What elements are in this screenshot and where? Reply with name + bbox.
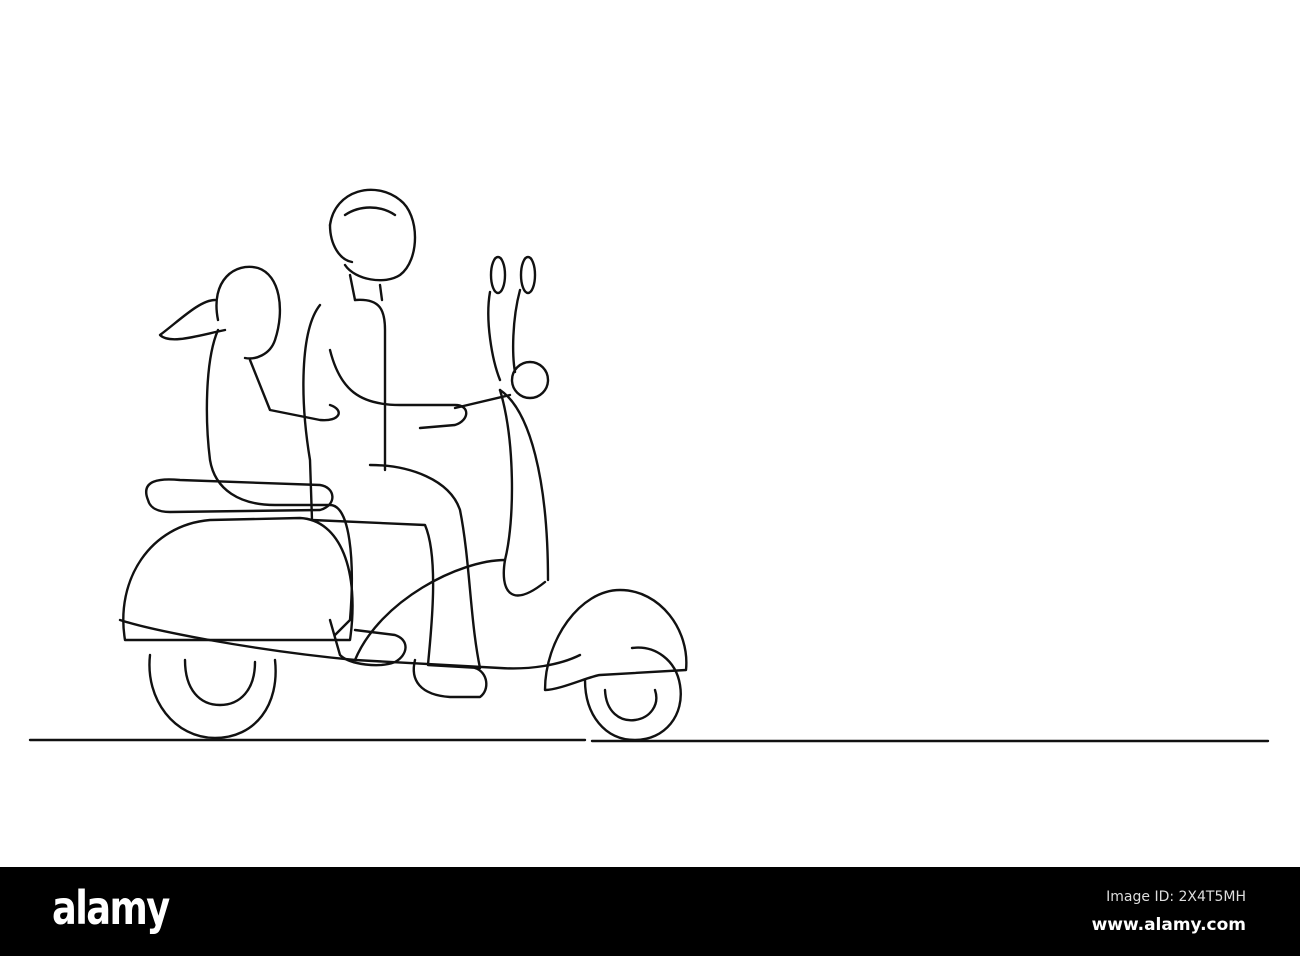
handlebar-and-headlight [453, 255, 550, 410]
scooter-body [118, 388, 582, 670]
website-label: www.alamy.com [1091, 915, 1246, 935]
alamy-logo: alamy [52, 881, 170, 935]
front-wheel [543, 588, 688, 742]
image-id-label: Image ID: 2X4T5MH [1106, 889, 1246, 905]
watermark-bar: alamy Image ID: 2X4T5MH www.alamy.com [0, 867, 1300, 956]
scooter-couple-line-illustration [28, 188, 1270, 743]
woman-figure [158, 265, 407, 667]
rear-wheel [148, 653, 277, 740]
